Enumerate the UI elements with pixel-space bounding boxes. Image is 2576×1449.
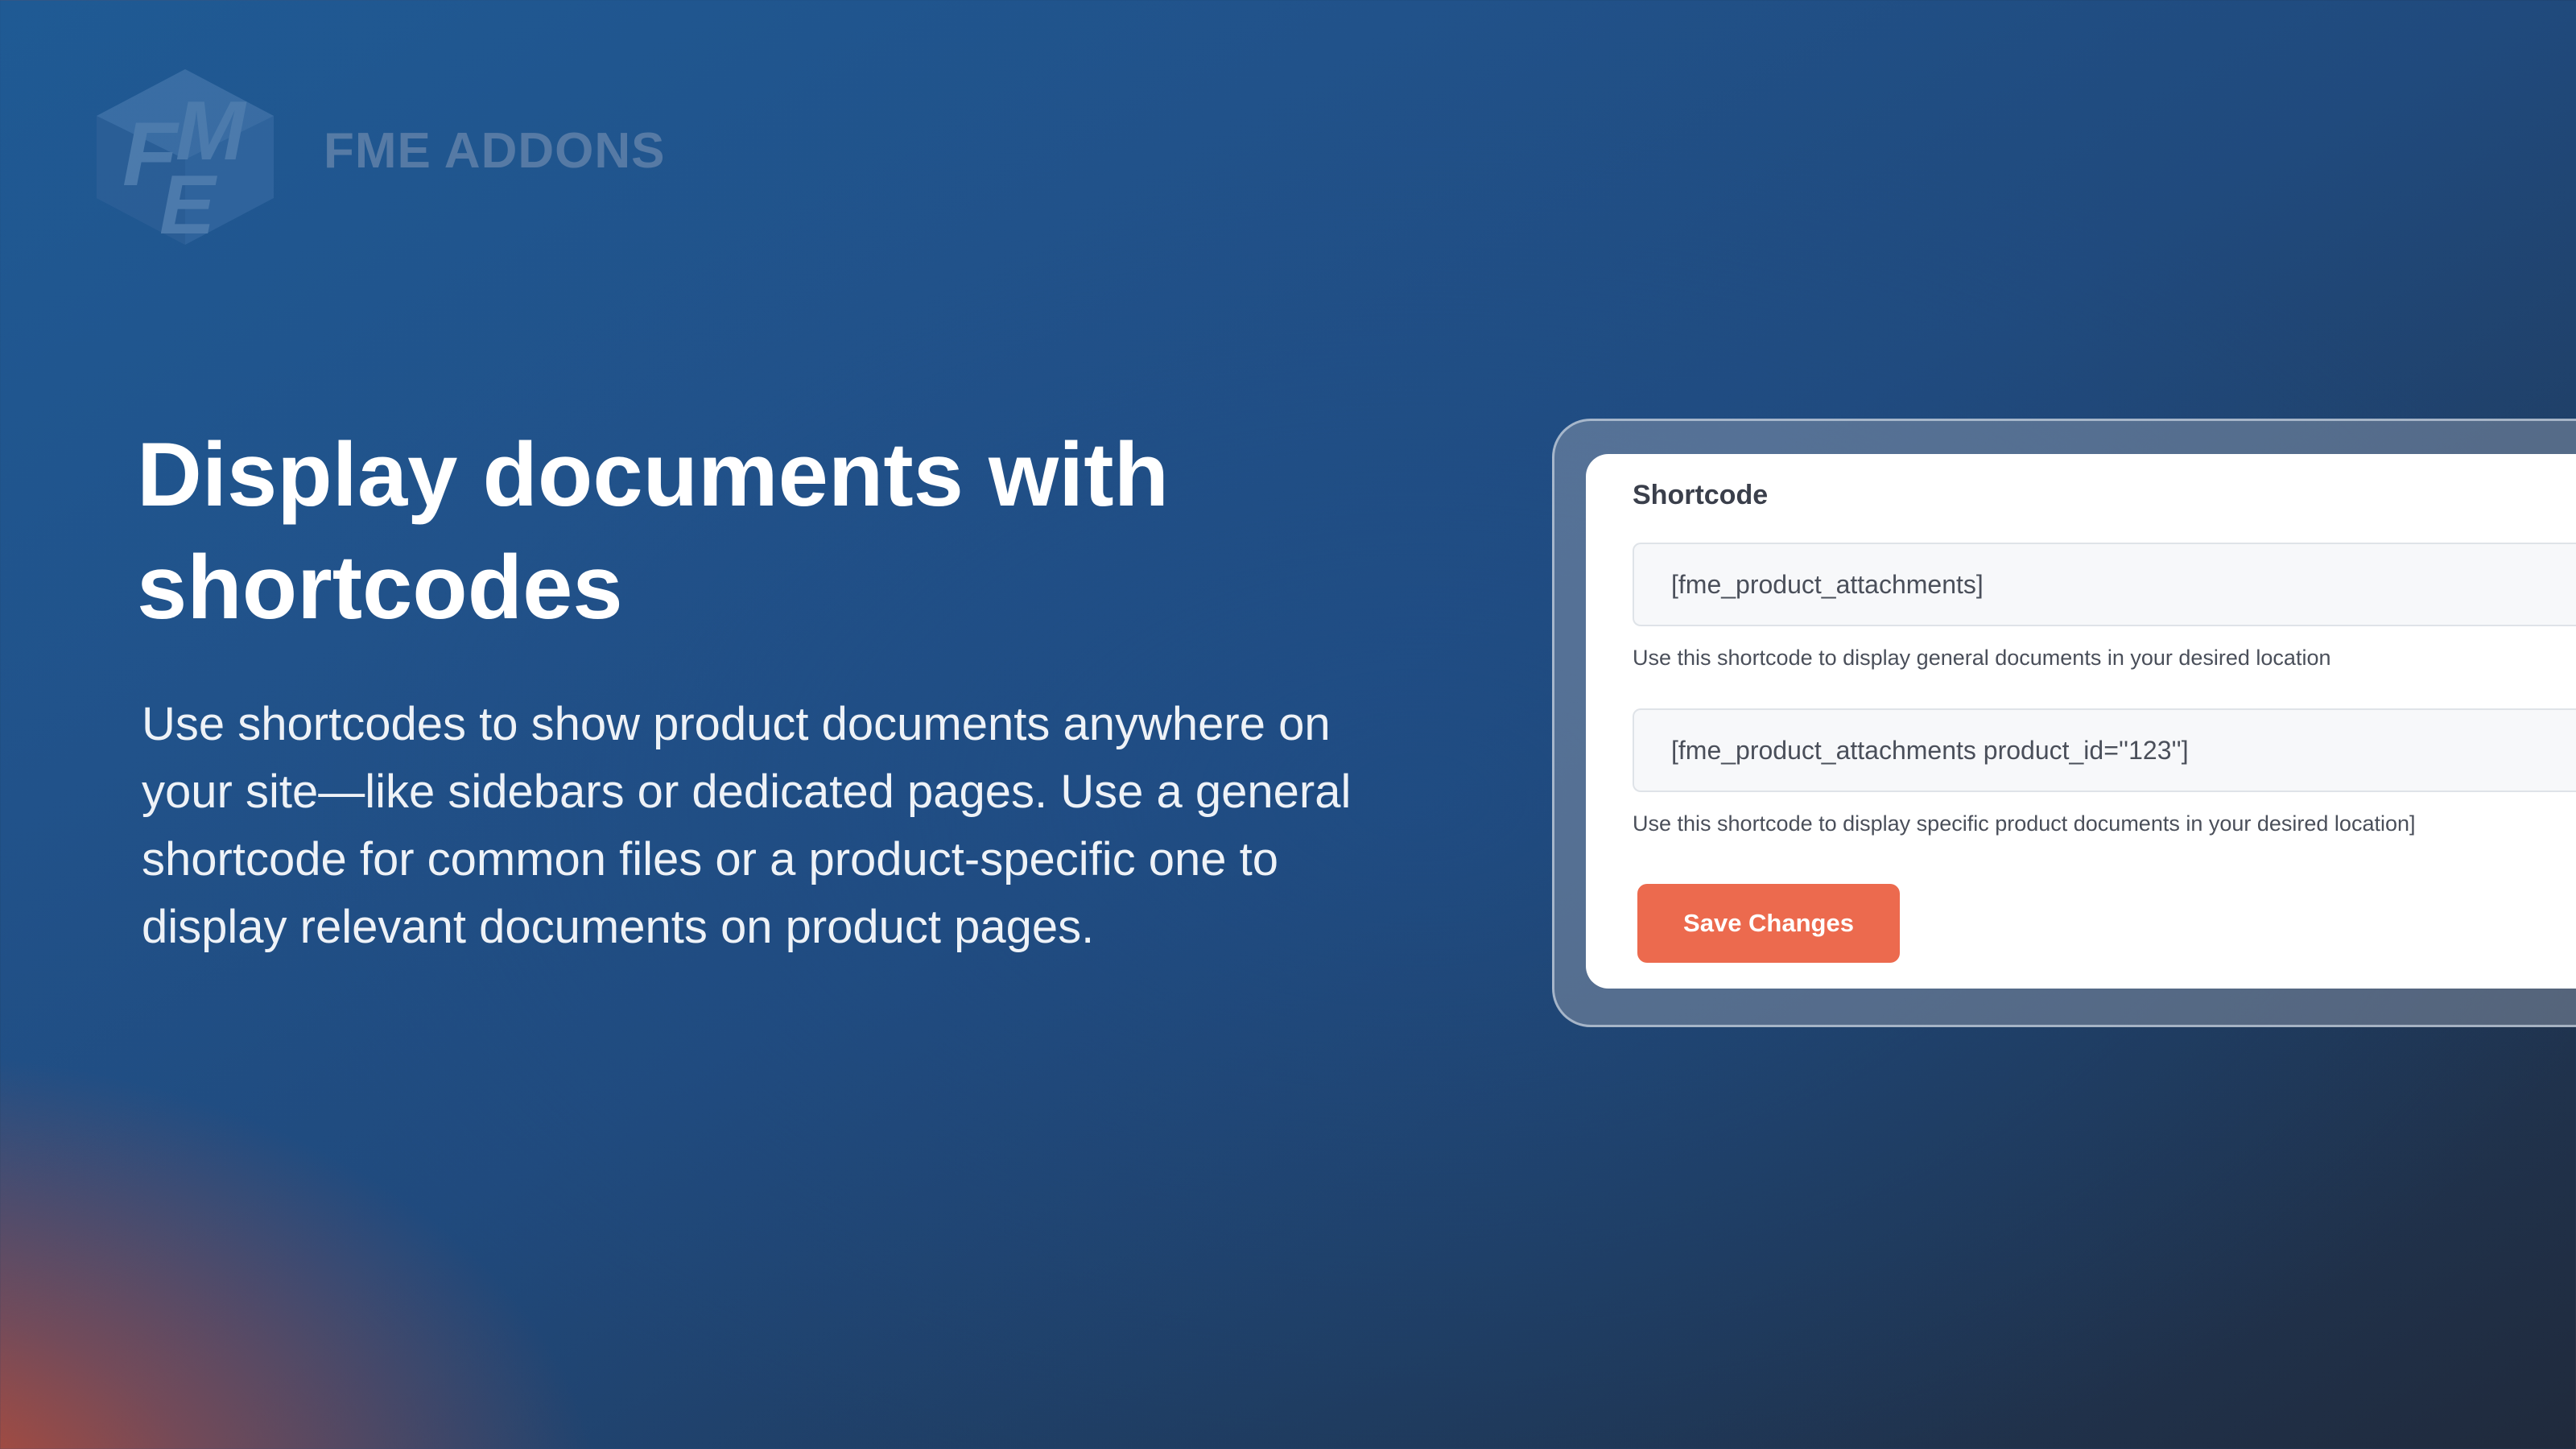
brand-name: FME ADDONS [324, 123, 666, 179]
product-shortcode-help: Use this shortcode to display specific p… [1633, 811, 2416, 836]
card-title: Shortcode [1633, 480, 1769, 510]
svg-text:E: E [159, 159, 217, 250]
shortcode-settings-card: Shortcode [fme_product_attachments] Use … [1586, 454, 2576, 989]
page-title: Display documents with shortcodes [137, 419, 1344, 644]
headline-line-2: shortcodes [137, 537, 623, 638]
general-shortcode-help: Use this shortcode to display general do… [1633, 646, 2331, 670]
headline-line-1: Display documents with [137, 424, 1169, 525]
fme-logo-icon: F M E [97, 69, 274, 250]
product-shortcode-field[interactable]: [fme_product_attachments product_id=''12… [1633, 708, 2576, 792]
save-changes-button[interactable]: Save Changes [1637, 884, 1900, 963]
general-shortcode-field[interactable]: [fme_product_attachments] [1633, 543, 2576, 626]
hero-description: Use shortcodes to show product documents… [142, 698, 1352, 953]
